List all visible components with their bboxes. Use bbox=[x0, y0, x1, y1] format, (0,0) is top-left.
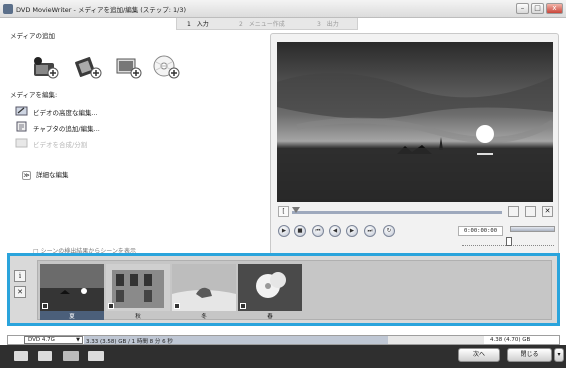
clip-label: 夏 bbox=[69, 314, 75, 320]
advanced-video-edit-label: ビデオの高度な編集... bbox=[33, 109, 98, 117]
window-title: DVD MovieWriter - メディアを追加/編集 (ステップ: 1/3) bbox=[16, 6, 187, 14]
media-edit-label: メディアを編集: bbox=[10, 91, 58, 99]
fox-snow-thumbnail-image bbox=[172, 264, 236, 311]
step-3: 3 出力 bbox=[317, 19, 339, 28]
chevron-down-icon: ▼ bbox=[76, 337, 80, 343]
step-3-number: 3 bbox=[317, 21, 321, 28]
video-edit-icon bbox=[15, 106, 28, 116]
clip-thumbnail bbox=[40, 264, 104, 311]
close-button[interactable]: 閉じる bbox=[507, 348, 552, 362]
play-icon[interactable]: ▶ bbox=[278, 225, 290, 237]
building-thumbnail-image bbox=[106, 264, 170, 311]
clip-item[interactable]: 秋 bbox=[106, 264, 170, 320]
clip-strip: 夏 秋 冬 春 bbox=[37, 260, 552, 320]
next-icon[interactable]: ⏭ bbox=[364, 225, 376, 237]
media-add-label: メディアの追加 bbox=[10, 32, 56, 40]
forward-icon[interactable]: ▶ bbox=[346, 225, 358, 237]
flower-thumbnail-image bbox=[238, 264, 302, 311]
add-video-file-icon[interactable] bbox=[74, 53, 104, 81]
rewind-icon[interactable]: ◀ bbox=[329, 225, 341, 237]
clip-thumbnail bbox=[172, 264, 236, 311]
stop-icon[interactable]: ■ bbox=[294, 225, 306, 237]
clip-timeline: i ✕ 夏 秋 冬 春 bbox=[7, 253, 560, 326]
bottom-toolbar: 次へ 閉じる ▾ bbox=[0, 345, 566, 368]
capacity-used-text: 3.33 (3.58) GB / 1 時間 8 分 6 秒 bbox=[86, 339, 173, 345]
step-3-label: 出力 bbox=[326, 21, 339, 28]
preferences-icon[interactable] bbox=[38, 351, 52, 361]
next-button[interactable]: 次へ bbox=[458, 348, 500, 362]
add-video-camera-icon[interactable] bbox=[31, 53, 61, 81]
sunset-thumbnail-image bbox=[40, 264, 104, 311]
info-button[interactable]: i bbox=[14, 270, 26, 282]
previous-icon[interactable]: ⏮ bbox=[312, 225, 324, 237]
merge-split-icon bbox=[15, 138, 28, 148]
add-disc-icon[interactable] bbox=[152, 53, 182, 81]
zoom-ruler[interactable] bbox=[462, 237, 554, 246]
video-badge-icon bbox=[240, 303, 246, 309]
clip-item[interactable]: 夏 bbox=[40, 264, 104, 320]
remove-clip-button[interactable]: ✕ bbox=[14, 286, 26, 298]
clip-label: 春 bbox=[267, 314, 273, 320]
repeat-icon[interactable]: ↻ bbox=[383, 225, 395, 237]
title-bar: DVD MovieWriter - メディアを追加/編集 (ステップ: 1/3)… bbox=[0, 0, 566, 18]
clip-label: 秋 bbox=[135, 314, 141, 320]
media-panel: メディアの追加 メディアを編集: ビデオの高度な編集... チャプタの追加/編集… bbox=[7, 27, 261, 247]
preview-player bbox=[270, 33, 559, 257]
project-settings-icon[interactable] bbox=[14, 351, 28, 361]
clip-thumbnail bbox=[238, 264, 302, 311]
clip-thumbnail bbox=[106, 264, 170, 311]
close-window-button[interactable]: x bbox=[546, 3, 563, 14]
maximize-button[interactable]: □ bbox=[531, 3, 544, 14]
sunset-frame-image bbox=[277, 42, 553, 202]
disc-type-select[interactable]: DVD 4.7G ▼ bbox=[24, 336, 83, 344]
disc-output-icon[interactable] bbox=[88, 351, 104, 361]
chapter-edit-label: チャプタの追加/編集... bbox=[33, 125, 100, 133]
clip-item[interactable]: 春 bbox=[238, 264, 302, 320]
add-image-icon[interactable] bbox=[114, 53, 144, 81]
merge-split-label: ビデオを合成/分割 bbox=[33, 141, 88, 149]
video-preview bbox=[277, 42, 553, 202]
video-badge-icon bbox=[174, 303, 180, 309]
capacity-total-text: 4.38 (4.70) GB bbox=[490, 337, 531, 343]
close-options-arrow-icon[interactable]: ▾ bbox=[554, 348, 564, 362]
clip-label: 冬 bbox=[201, 314, 207, 320]
hd-icon[interactable] bbox=[63, 351, 79, 361]
timecode-display[interactable]: 0:00:00:00 bbox=[458, 226, 503, 236]
advanced-edit-link[interactable]: ≫ 詳細な編集 bbox=[22, 169, 69, 180]
clip-item[interactable]: 冬 bbox=[172, 264, 236, 320]
volume-slider[interactable] bbox=[510, 226, 555, 232]
chapter-edit-icon bbox=[16, 121, 27, 132]
disc-type-value: DVD 4.7G bbox=[28, 337, 55, 343]
app-icon bbox=[3, 4, 13, 14]
video-badge-icon bbox=[42, 303, 48, 309]
expand-chevron-icon: ≫ bbox=[22, 170, 31, 180]
advanced-edit-label: 詳細な編集 bbox=[36, 171, 69, 179]
video-badge-icon bbox=[108, 303, 114, 309]
minimize-button[interactable]: – bbox=[516, 3, 529, 14]
playback-controls: ▶ ■ ⏮ ◀ ▶ ⏭ ↻ bbox=[278, 209, 558, 237]
zoom-slider-thumb[interactable] bbox=[506, 237, 512, 246]
